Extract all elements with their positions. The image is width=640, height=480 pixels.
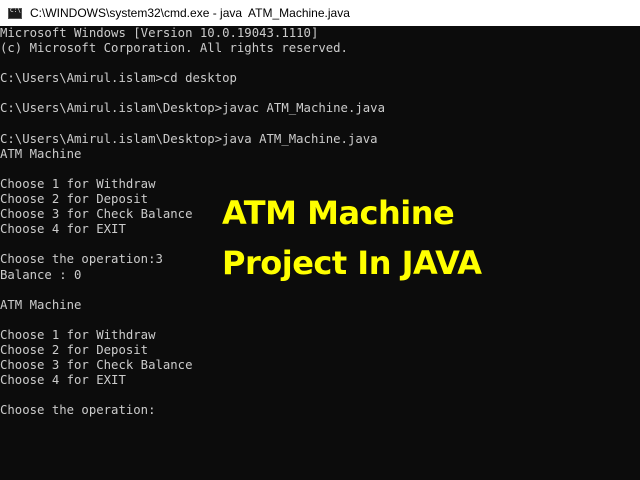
banner-overlay: ATM Machine Project In JAVA [222, 188, 482, 288]
console-prompt-line: Choose the operation: [0, 403, 156, 418]
console-line: C:\Users\Amirul.islam\Desktop>javac ATM_… [0, 101, 385, 116]
console-line: ATM Machine [0, 146, 82, 161]
console-line: C:\Users\Amirul.islam>cd desktop [0, 71, 237, 86]
window-title: C:\WINDOWS\system32\cmd.exe - java ATM_M… [30, 6, 350, 20]
console-line: C:\Users\Amirul.islam\Desktop>java ATM_M… [0, 131, 378, 146]
console-line: ATM Machine [0, 297, 82, 312]
console-line: Choose 4 for EXIT [0, 373, 126, 388]
cmd-icon [8, 7, 22, 19]
title-bar[interactable]: C:\WINDOWS\system32\cmd.exe - java ATM_M… [0, 0, 640, 26]
console-line: Choose 2 for Deposit [0, 342, 149, 357]
console-line: (c) Microsoft Corporation. All rights re… [0, 41, 348, 56]
console-line: Microsoft Windows [Version 10.0.19043.11… [0, 26, 319, 40]
console-line: Choose 1 for Withdraw [0, 327, 156, 342]
cmd-window: C:\WINDOWS\system32\cmd.exe - java ATM_M… [0, 0, 640, 480]
banner-title: ATM Machine [222, 194, 455, 232]
console-line: Choose 3 for Check Balance [0, 358, 193, 373]
banner-subtitle: Project In JAVA [222, 244, 482, 282]
